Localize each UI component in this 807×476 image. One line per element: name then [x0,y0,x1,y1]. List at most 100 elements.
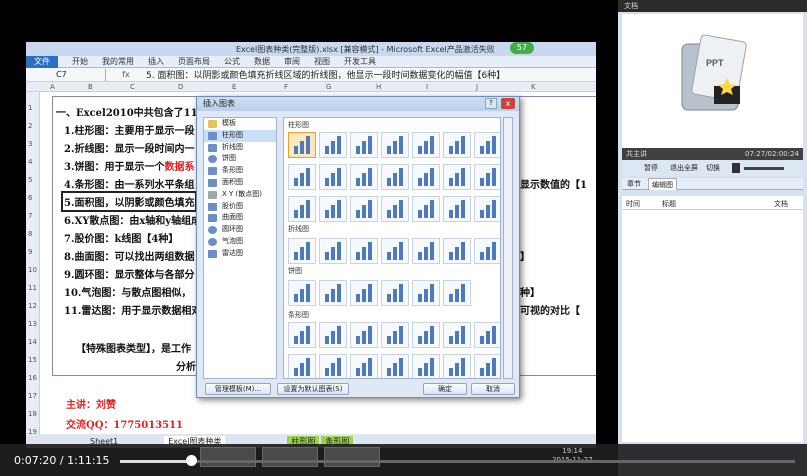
chart-type-thumbnail[interactable] [319,238,347,264]
column-header[interactable]: G [326,83,331,91]
chart-type-thumbnail[interactable] [381,238,409,264]
exit-fullscreen-button[interactable]: 退出全屏 [670,163,698,173]
tab-page-layout[interactable]: 页面布局 [178,56,210,67]
chart-type-thumbnail[interactable] [288,238,316,264]
chart-type-thumbnail[interactable] [381,322,409,348]
chart-type-thumbnail[interactable] [474,132,500,158]
category-surface[interactable]: 曲面图 [204,212,276,224]
chart-type-thumbnail[interactable] [412,280,440,306]
chart-type-thumbnail[interactable] [350,238,378,264]
chart-type-thumbnail[interactable] [412,238,440,264]
row-header[interactable]: 8 [28,230,32,238]
chart-type-thumbnail[interactable] [319,354,347,378]
row-header[interactable]: 4 [28,158,32,166]
row-header[interactable]: 18 [28,410,37,418]
row-header[interactable]: 14 [28,338,37,346]
tab-insert[interactable]: 插入 [148,56,164,67]
chart-type-thumbnail[interactable] [443,164,471,190]
category-templates[interactable]: 模板 [204,118,276,130]
category-radar[interactable]: 雷达图 [204,248,276,260]
tab-review[interactable]: 审阅 [284,56,300,67]
row-header[interactable]: 10 [28,266,37,274]
column-header[interactable]: F [284,83,288,91]
row-header[interactable]: 13 [28,320,37,328]
formula-input[interactable]: 5. 面积图：以阴影或颜色填充折线区域的折线图，他显示一段时间数据变化的幅值【6… [146,68,505,81]
chart-type-thumbnail[interactable] [350,196,378,222]
manage-templates-button[interactable]: 管理模板(M)... [205,383,271,395]
tab-developer[interactable]: 开发工具 [344,56,376,67]
cancel-button[interactable]: 取消 [471,383,515,395]
chart-type-thumbnail[interactable] [319,132,347,158]
row-header[interactable]: 11 [28,284,37,292]
chart-type-thumbnail[interactable] [443,238,471,264]
column-header[interactable]: K [531,83,536,91]
taskbar-app[interactable] [324,447,380,467]
chart-type-thumbnail[interactable] [319,164,347,190]
chart-type-thumbnail[interactable] [288,280,316,306]
chart-type-thumbnail[interactable] [474,164,500,190]
volume-icon[interactable] [732,163,740,173]
progress-knob[interactable] [186,455,197,466]
row-header[interactable]: 7 [28,212,32,220]
progress-played[interactable] [120,460,190,463]
help-button[interactable]: ? [485,98,497,109]
row-header[interactable]: 9 [28,248,32,256]
chart-type-thumbnail[interactable] [381,164,409,190]
taskbar-app[interactable] [262,447,318,467]
column-header[interactable]: C [130,83,135,91]
pause-button[interactable]: 暂停 [644,163,658,173]
chart-type-thumbnail[interactable] [412,322,440,348]
chart-type-thumbnail[interactable] [350,164,378,190]
chart-type-thumbnail[interactable] [443,196,471,222]
category-bubble[interactable]: 气泡图 [204,236,276,248]
chart-type-thumbnail[interactable] [381,280,409,306]
name-box[interactable]: C7 [26,68,106,81]
progress-remaining[interactable] [197,460,795,463]
chart-type-thumbnail[interactable] [412,132,440,158]
column-header[interactable]: J [476,83,478,91]
chart-type-thumbnail[interactable] [381,132,409,158]
chart-type-thumbnail[interactable] [288,196,316,222]
qq-line[interactable]: 交流QQ：1775013511 [66,416,183,431]
row-header[interactable]: 12 [28,302,37,310]
chart-type-thumbnail[interactable] [474,354,500,378]
chart-type-thumbnail[interactable] [350,280,378,306]
tab-view[interactable]: 视图 [314,56,330,67]
column-header[interactable]: A [50,83,55,91]
category-stock[interactable]: 股价图 [204,201,276,213]
chart-type-thumbnail[interactable] [474,196,500,222]
tab-formulas[interactable]: 公式 [224,56,240,67]
chart-type-thumbnail[interactable] [412,164,440,190]
chart-type-thumbnail[interactable] [443,132,471,158]
tab-home[interactable]: 开始 [72,56,88,67]
column-header[interactable]: I [426,83,428,91]
chart-type-thumbnail[interactable] [443,354,471,378]
row-header[interactable]: 17 [28,392,37,400]
chart-type-thumbnail[interactable] [412,354,440,378]
ok-button[interactable]: 确定 [423,383,467,395]
row-header[interactable]: 2 [28,122,32,130]
switch-button[interactable]: 切换 [706,163,720,173]
chart-type-thumbnail[interactable] [412,196,440,222]
category-column[interactable]: 柱形图 [204,129,276,142]
volume-slider[interactable] [744,167,784,170]
chart-type-thumbnail[interactable] [474,322,500,348]
category-bar[interactable]: 条形图 [204,165,276,177]
chart-type-thumbnail[interactable] [288,354,316,378]
chart-type-thumbnail[interactable] [288,164,316,190]
category-scatter[interactable]: X Y (散点图) [204,189,276,201]
chart-type-thumbnail[interactable] [288,132,316,158]
column-header[interactable]: H [376,83,381,91]
chart-type-thumbnail[interactable] [350,322,378,348]
chart-type-thumbnail[interactable] [319,322,347,348]
chart-type-thumbnail[interactable] [319,196,347,222]
column-header[interactable]: D [178,83,183,91]
row-header[interactable]: 16 [28,374,37,382]
row-header[interactable]: 6 [28,194,32,202]
chart-type-thumbnail[interactable] [443,322,471,348]
tab-data[interactable]: 数据 [254,56,270,67]
chart-type-thumbnail[interactable] [443,280,471,306]
row-header[interactable]: 1 [28,104,32,112]
gallery-scrollbar[interactable] [503,117,513,379]
category-pie[interactable]: 饼图 [204,153,276,165]
